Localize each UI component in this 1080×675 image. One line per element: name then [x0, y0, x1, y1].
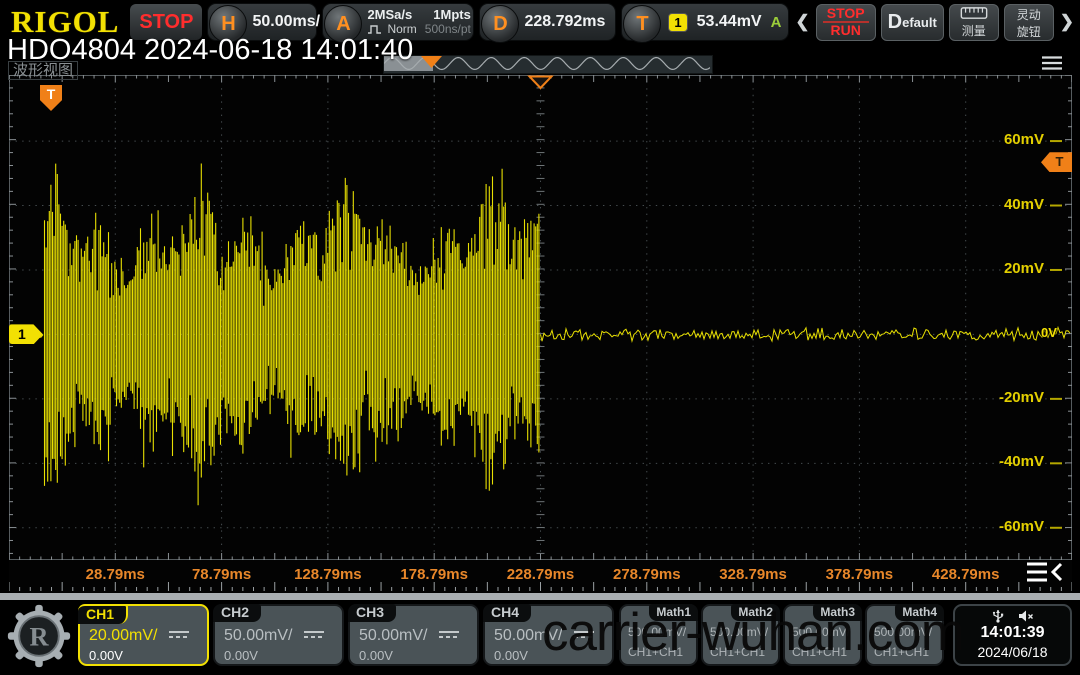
measure-button[interactable]: 测量: [949, 4, 999, 41]
watermark: carrier-wuhan.com: [542, 602, 966, 672]
clock-date: 2024/06/18: [955, 643, 1070, 661]
time-tick-label: 78.79ms: [167, 566, 277, 583]
horizontal-divider-bar: [0, 593, 1080, 600]
delay-knob-icon[interactable]: D: [481, 5, 519, 43]
trigger-state: A: [771, 14, 782, 31]
svg-text:R: R: [29, 621, 49, 651]
voltage-tick-label: -20mV: [974, 389, 1044, 406]
time-tick-label: 378.79ms: [804, 566, 914, 583]
delay-value: 228.792ms: [524, 13, 605, 31]
timebase-value: 50.00ms/: [252, 13, 320, 31]
channel-card-ch3[interactable]: CH3 50.00mV/ 0.00V: [348, 604, 479, 666]
voltage-tick-label: 20mV: [974, 260, 1044, 277]
time-tick-label: 128.79ms: [273, 566, 383, 583]
toolbar-scroll-left[interactable]: ❮: [794, 12, 810, 32]
dc-coupling-icon: [304, 631, 324, 641]
ch1-scale: 20.00mV/: [89, 627, 157, 645]
screenshot-title-overlay: HDO4804 2024-06-18 14:01:40: [7, 34, 413, 67]
square-wave-icon: [367, 24, 384, 35]
time-tick-label: 228.79ms: [485, 566, 595, 583]
ch2-tab: CH2: [213, 604, 261, 622]
memory-depth: 1Mpts: [433, 8, 471, 22]
voltage-tick-label: -40mV: [974, 453, 1044, 470]
ch2-scale: 50.00mV/: [224, 627, 292, 645]
time-tick-label: 428.79ms: [911, 566, 1021, 583]
toolbar-scroll-right[interactable]: ❯: [1059, 12, 1075, 32]
voltage-tick-label: -60mV: [974, 518, 1044, 535]
time-tick-label: 28.79ms: [60, 566, 170, 583]
time-tick-label: 328.79ms: [698, 566, 808, 583]
trigger-knob-icon[interactable]: T: [623, 5, 661, 43]
stop-run-button[interactable]: STOP RUN: [816, 4, 876, 41]
sample-rate: 2MSa/s: [367, 8, 416, 22]
subbar-menu-icon[interactable]: [1041, 55, 1063, 76]
ch1-tab: CH1: [78, 604, 128, 624]
usb-icon: [992, 609, 1004, 623]
flex-knob-button[interactable]: 灵动旋钮: [1004, 4, 1054, 41]
rigol-gear-logo[interactable]: R: [6, 603, 72, 669]
time-per-point: 500ns/pt: [425, 22, 471, 36]
plot-menu-icon[interactable]: [1025, 560, 1067, 590]
waveform-canvas: [9, 75, 1072, 593]
dc-coupling-icon: [169, 631, 189, 641]
waveform-overview-strip[interactable]: [383, 55, 713, 74]
ch2-offset: 0.00V: [224, 648, 258, 663]
clock-panel[interactable]: 14:01:39 2024/06/18: [953, 604, 1072, 666]
bottom-channel-bar: R CH1 20.00mV/ 0.00V CH2 50.00mV/ 0.00V …: [0, 600, 1080, 675]
ruler-icon: [959, 6, 989, 21]
oscilloscope-screen: RIGOL STOP H 50.00ms/ A 2MSa/s Norm 1Mpt…: [0, 0, 1080, 675]
ch3-tab: CH3: [348, 604, 396, 622]
overview-thumbnail: [384, 56, 710, 71]
ch3-scale: 50.00mV/: [359, 627, 427, 645]
zero-volt-label: 0V: [1041, 325, 1057, 340]
channel-card-ch2[interactable]: CH2 50.00mV/ 0.00V: [213, 604, 344, 666]
clock-time: 14:01:39: [955, 623, 1070, 643]
voltage-tick-label: 60mV: [974, 131, 1044, 148]
voltage-tick-label: 40mV: [974, 196, 1044, 213]
delay-settings-button[interactable]: D 228.792ms: [479, 3, 616, 41]
trigger-source-badge: 1: [668, 13, 687, 32]
ch4-tab: CH4: [483, 604, 531, 622]
trigger-level-value: 53.44mV: [697, 13, 762, 31]
time-tick-label: 178.79ms: [379, 566, 489, 583]
ch3-offset: 0.00V: [359, 648, 393, 663]
time-tick-label: 278.79ms: [592, 566, 702, 583]
waveform-plot[interactable]: 60mV 40mV 20mV -20mV -40mV -60mV 28.79ms78.79…: [9, 75, 1072, 593]
trigger-settings-button[interactable]: T 1 53.44mV A: [621, 3, 789, 41]
default-button[interactable]: Default: [881, 4, 944, 41]
channel-card-ch1[interactable]: CH1 20.00mV/ 0.00V: [78, 604, 209, 666]
ch1-offset: 0.00V: [89, 648, 123, 663]
ch4-offset: 0.00V: [494, 648, 528, 663]
dc-coupling-icon: [439, 631, 459, 641]
audio-muted-icon: [1018, 609, 1034, 623]
